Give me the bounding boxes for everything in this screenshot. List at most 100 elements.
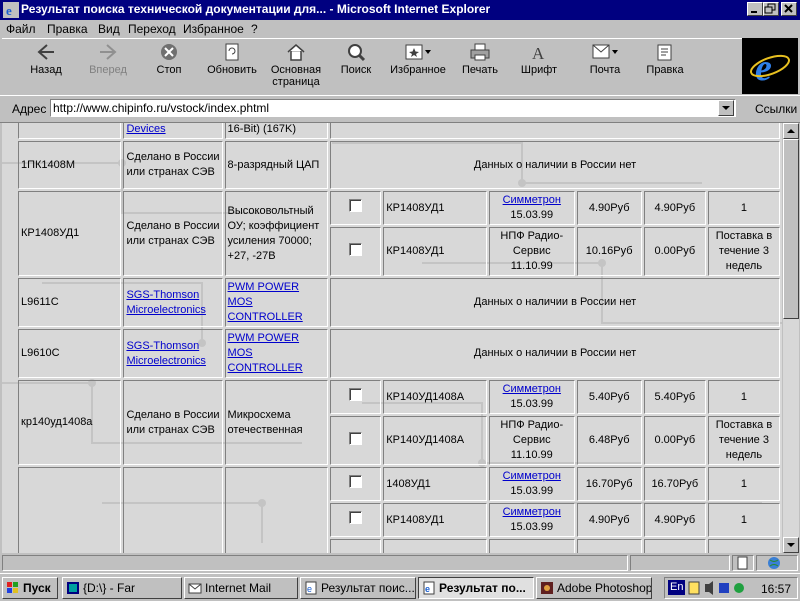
supplier-name[interactable]: Симметрон: [503, 383, 561, 395]
price-cell: 16.70Руб: [576, 467, 642, 501]
menu-file[interactable]: Файл: [6, 22, 36, 36]
menu-edit[interactable]: Правка: [47, 22, 88, 36]
forward-label: Вперед: [89, 64, 127, 76]
supplier-name[interactable]: Симметрон: [503, 470, 561, 482]
supplier-name[interactable]: Симметрон: [503, 194, 561, 206]
supplier-name[interactable]: Симметрон: [503, 506, 561, 518]
ie-page-icon: e: [305, 581, 317, 595]
menu-help[interactable]: ?: [251, 22, 258, 36]
mail-button[interactable]: Почта: [578, 39, 632, 93]
maker-cell-link[interactable]: Devices: [126, 123, 165, 135]
menu-view[interactable]: Вид: [98, 22, 120, 36]
minimize-button[interactable]: [747, 2, 763, 16]
maker-cell: Devices: [123, 123, 223, 139]
select-checkbox[interactable]: [349, 475, 363, 488]
part-cell: [18, 123, 122, 139]
links-button[interactable]: Ссылки: [755, 102, 797, 116]
taskbar-item-label: Internet Mail: [205, 581, 272, 595]
taskbar-item-ie-2[interactable]: e Результат по...: [418, 577, 534, 599]
search-button[interactable]: Поиск: [332, 39, 380, 93]
price2-cell: 4.90Руб: [643, 503, 706, 537]
scroll-down-button[interactable]: [783, 537, 799, 553]
maximize-button[interactable]: [763, 2, 779, 16]
price-cell-text: 6.48Руб: [588, 434, 630, 446]
desc-cell-link[interactable]: PWM POWER MOS CONTROLLER: [228, 332, 303, 374]
maker-cell-link[interactable]: SGS-Thomson Microelectronics: [126, 340, 205, 367]
scroll-thumb[interactable]: [783, 139, 799, 319]
desc-cell: [224, 467, 329, 553]
select-checkbox[interactable]: [349, 511, 363, 524]
menu-go[interactable]: Переход: [128, 22, 176, 36]
favorites-button[interactable]: Избранное: [386, 39, 450, 93]
forward-arrow-icon: [100, 44, 117, 60]
maker-cell: [123, 467, 223, 553]
select-checkbox[interactable]: [349, 199, 363, 212]
print-button[interactable]: Печать: [454, 39, 506, 93]
edit-page-button[interactable]: Правка: [640, 39, 690, 93]
address-input[interactable]: http://www.chipinfo.ru/vstock/index.phtm…: [50, 99, 736, 117]
photoshop-icon: [541, 582, 553, 594]
part-cell: 1ПК1408М: [18, 141, 122, 189]
title-bar: e Результат поиска технической документа…: [0, 0, 800, 20]
supplier-date: 15.03.99: [510, 209, 554, 221]
part-cell: [18, 467, 122, 553]
part-cell: кр140уд1408а: [18, 380, 122, 465]
taskbar-item-internet-mail[interactable]: Internet Mail: [184, 577, 298, 599]
forward-button[interactable]: Вперед: [82, 39, 134, 93]
taskbar-item-photoshop[interactable]: Adobe Photoshop: [536, 577, 652, 599]
supplier-cell: НПФ: [489, 539, 575, 553]
taskbar-item-far[interactable]: {D:\} - Far: [62, 577, 182, 599]
back-label: Назад: [30, 64, 62, 76]
select-checkbox[interactable]: [349, 431, 363, 445]
desc-cell-link[interactable]: PWM POWER MOS CONTROLLER: [228, 281, 303, 323]
select-checkbox[interactable]: [349, 388, 363, 401]
maker-cell-link[interactable]: SGS-Thomson Microelectronics: [126, 289, 205, 316]
select-checkbox[interactable]: [349, 242, 363, 256]
supplier-date: 15.03.99: [510, 398, 554, 410]
price-cell-text: 4.90Руб: [588, 513, 630, 526]
stop-button[interactable]: Стоп: [145, 39, 193, 93]
back-button[interactable]: Назад: [20, 39, 72, 93]
refresh-button[interactable]: Обновить: [202, 39, 262, 93]
qty-cell: 1: [707, 467, 780, 501]
desc-cell-text: 16-Bit) (167K): [227, 123, 297, 135]
svg-text:e: e: [6, 3, 12, 18]
start-button[interactable]: Пуск: [2, 577, 58, 599]
part-cell: L9611C: [18, 278, 122, 327]
maker-cell-text: Сделано в России или странах СЭВ: [126, 151, 220, 178]
svg-text:e: e: [755, 47, 772, 89]
favorites-icon: [405, 44, 431, 60]
scroll-up-icon: [787, 129, 795, 133]
supplier-date: 15.03.99: [510, 521, 554, 533]
mail-icon: [188, 583, 202, 594]
supplier-cell: НПФ Радио-Сервис 11.10.99: [489, 227, 575, 276]
home-button[interactable]: Основная страница: [264, 39, 328, 93]
part-cell-text: кр140уд1408а: [21, 416, 93, 428]
qty-cell-text: 1: [740, 513, 747, 526]
vertical-scrollbar[interactable]: [783, 123, 799, 553]
address-dropdown-button[interactable]: [718, 100, 734, 116]
supplier-cell: Симметрон 15.03.99: [489, 467, 575, 501]
font-icon: A: [532, 44, 545, 62]
price2-cell-text: 16.70Руб: [651, 477, 699, 490]
scroll-up-button[interactable]: [783, 123, 799, 139]
status-bar: [0, 553, 800, 573]
language-indicator[interactable]: En: [668, 580, 686, 595]
supplier-cell: Симметрон 15.03.99: [489, 380, 575, 414]
offer-name-cell: [383, 539, 488, 553]
price2-cell: 4.90Руб: [643, 191, 706, 225]
internet-zone-icon: [768, 557, 780, 569]
offer-name-cell: КР1408УД1: [383, 227, 488, 276]
font-button[interactable]: A Шрифт: [514, 39, 564, 93]
select-cell: [330, 416, 382, 465]
price2-cell-text: 4.90Руб: [654, 513, 696, 526]
price2-cell: [643, 539, 706, 553]
price2-cell: 0.00Руб: [643, 416, 706, 465]
desc-cell: PWM POWER MOS CONTROLLER: [224, 278, 329, 327]
mail-icon: [592, 44, 618, 59]
menu-favorites[interactable]: Избранное: [183, 22, 244, 36]
maker-cell-text: Сделано в России или странах СЭВ: [126, 219, 220, 247]
close-button[interactable]: [781, 2, 797, 16]
svg-text:e: e: [425, 584, 430, 594]
taskbar-item-ie-1[interactable]: e Результат поис...: [300, 577, 416, 599]
